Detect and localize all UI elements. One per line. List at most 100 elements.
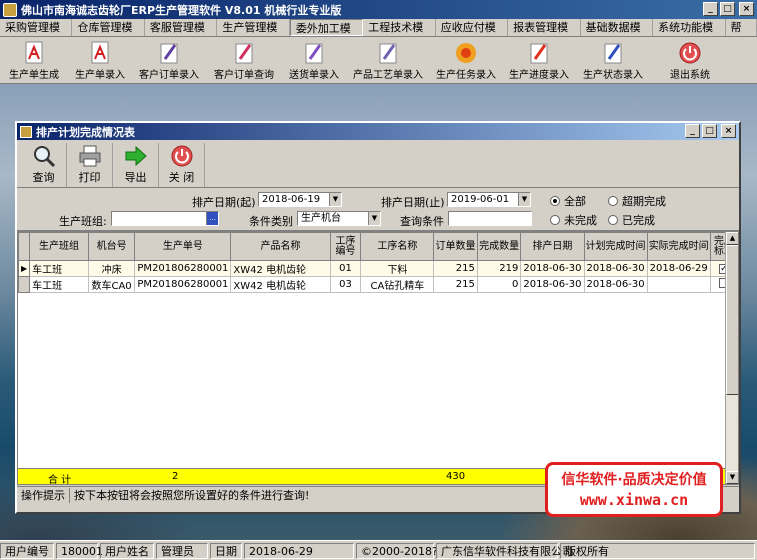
column-header[interactable]: 工序名称 [360, 232, 435, 261]
cell-step-no[interactable]: 01 [330, 260, 362, 277]
menu-item-reports[interactable]: 报表管理模块 [508, 19, 581, 51]
cell-sched[interactable]: 2018-06-30 [520, 276, 585, 293]
cell-step-name[interactable]: CA钻孔精车 [360, 276, 435, 293]
query-button[interactable]: 查询 [21, 143, 67, 187]
totals-count: 2 [172, 471, 179, 482]
toolbar-task-entry-button[interactable]: 生产任务录入 [430, 39, 502, 83]
minimize-button[interactable]: _ [703, 2, 718, 16]
chevron-down-icon[interactable]: ▼ [329, 193, 341, 206]
date-to-field[interactable]: 2019-06-01 ▼ [447, 192, 531, 207]
power-icon [169, 144, 195, 168]
current-row-arrow-icon: ▶ [18, 260, 31, 277]
condition-type-select[interactable]: 生产机台 ▼ [297, 211, 381, 226]
cell-product[interactable]: XW42 电机齿轮 [230, 260, 331, 277]
chevron-down-icon[interactable]: ▼ [368, 212, 380, 225]
column-header[interactable]: 工序编号 [329, 232, 362, 261]
menu-item-engineering[interactable]: 工程技术模块 [363, 19, 436, 51]
toolbar-generate-order-button[interactable]: 生产单生成 [0, 39, 68, 83]
column-header[interactable]: 生产单号 [134, 232, 232, 261]
cell-team[interactable]: 车工班 [29, 260, 89, 277]
pen-doc-icon [301, 41, 327, 65]
cell-step-name[interactable]: 下料 [360, 260, 435, 277]
toolbar-progress-entry-button[interactable]: 生产进度录入 [502, 39, 576, 83]
column-header[interactable]: 实际完成时间 [646, 232, 711, 261]
column-header[interactable]: 完成数量 [476, 232, 522, 261]
grid-header-row: 生产班组 机台号 生产单号 产品名称 工序编号 工序名称 订单数量 完成数量 排… [18, 232, 738, 261]
cell-plan[interactable]: 2018-06-30 [584, 276, 648, 293]
flower-icon [453, 41, 479, 65]
print-button[interactable]: 打印 [67, 143, 113, 187]
child-minimize-button[interactable]: _ [685, 124, 700, 138]
close-report-button[interactable]: 关 闭 [159, 143, 205, 187]
column-header[interactable]: 排产日期 [520, 232, 585, 261]
user-id-value: 180001 [56, 542, 103, 559]
toolbar-customer-order-entry-button[interactable]: 客户订单录入 [132, 39, 206, 83]
data-grid: 生产班组 机台号 生产单号 产品名称 工序编号 工序名称 订单数量 完成数量 排… [17, 231, 739, 485]
toolbar-delivery-entry-button[interactable]: 送货单录入 [282, 39, 346, 83]
column-header[interactable]: 产品名称 [230, 232, 331, 261]
close-button[interactable]: × [739, 2, 754, 16]
menu-item-warehouse[interactable]: 仓库管理模块 [72, 19, 145, 51]
lookup-icon[interactable]: … [206, 212, 218, 225]
scroll-up-icon[interactable]: ▲ [726, 232, 738, 245]
toolbar-order-entry-button[interactable]: 生产单录入 [68, 39, 132, 83]
cell-actual[interactable]: 2018-06-29 [647, 260, 711, 277]
child-maximize-button[interactable]: □ [702, 124, 717, 138]
scroll-down-icon[interactable]: ▼ [726, 471, 738, 484]
menu-item-production[interactable]: 生产管理模块 [217, 19, 290, 51]
table-row[interactable]: 车工班 数车CA0 PM201806280001 XW42 电机齿轮 03 CA… [18, 276, 738, 293]
cell-qty[interactable]: 215 [433, 260, 478, 277]
cell-plan[interactable]: 2018-06-30 [584, 260, 648, 277]
report-window: 排产计划完成情况表 _ □ × 查询 打印 导出 关 闭 排产日期(起) 201… [15, 121, 741, 514]
radio-incomplete[interactable]: 未完成 [550, 212, 597, 228]
user-name-value: 管理员 [156, 542, 208, 559]
menu-item-help[interactable]: 帮助 [726, 19, 757, 51]
radio-dot [550, 196, 560, 206]
totals-label: 合 计 [48, 475, 72, 485]
vertical-scrollbar[interactable]: ▲ ▼ [725, 232, 738, 484]
toolbar-customer-order-query-button[interactable]: 客户订单查询 [206, 39, 282, 83]
cell-actual[interactable] [647, 276, 711, 293]
toolbar-exit-button[interactable]: 退出系统 [650, 39, 730, 83]
child-close-button[interactable]: × [721, 124, 736, 138]
cell-sched[interactable]: 2018-06-30 [520, 260, 585, 277]
magnifier-icon [31, 144, 57, 168]
radio-completed[interactable]: 已完成 [608, 212, 655, 228]
date-from-field[interactable]: 2018-06-19 ▼ [258, 192, 342, 207]
query-condition-input[interactable] [448, 211, 532, 226]
team-field[interactable]: … [111, 211, 219, 226]
pen-doc-icon [231, 41, 257, 65]
report-window-titlebar: 排产计划完成情况表 _ □ × [17, 123, 739, 140]
column-header[interactable]: 计划完成时间 [583, 232, 648, 261]
cell-done[interactable]: 0 [477, 276, 522, 293]
menu-item-base-data[interactable]: 基础数据模块 [581, 19, 654, 51]
scroll-thumb[interactable] [726, 245, 738, 395]
toolbar-status-entry-button[interactable]: 生产状态录入 [576, 39, 650, 83]
cell-product[interactable]: XW42 电机齿轮 [230, 276, 331, 293]
menu-item-outsourcing[interactable]: 委外加工模块 [289, 19, 364, 52]
chevron-down-icon[interactable]: ▼ [518, 193, 530, 206]
column-header[interactable]: 生产班组 [29, 232, 89, 261]
toolbar-process-sheet-entry-button[interactable]: 产品工艺单录入 [346, 39, 430, 83]
cell-qty[interactable]: 215 [433, 276, 478, 293]
cell-step-no[interactable]: 03 [330, 276, 362, 293]
cell-order[interactable]: PM201806280001 [134, 260, 232, 277]
menu-item-customer-service[interactable]: 客服管理模块 [145, 19, 218, 51]
maximize-button[interactable]: □ [720, 2, 735, 16]
export-button[interactable]: 导出 [113, 143, 159, 187]
cell-order[interactable]: PM201806280001 [134, 276, 232, 293]
radio-all[interactable]: 全部 [550, 193, 586, 209]
cell-machine[interactable]: 冲床 [88, 260, 136, 277]
cell-done[interactable]: 219 [477, 260, 522, 277]
date-from-label: 排产日期(起) [192, 196, 256, 209]
column-header[interactable]: 订单数量 [433, 232, 478, 261]
cell-team[interactable]: 车工班 [29, 276, 89, 293]
table-row[interactable]: ▶ 车工班 冲床 PM201806280001 XW42 电机齿轮 01 下料 … [18, 260, 738, 277]
menu-item-accounts[interactable]: 应收应付模块 [436, 19, 509, 51]
column-header[interactable]: 机台号 [87, 232, 136, 261]
cell-machine[interactable]: 数车CA0 [88, 276, 136, 293]
menu-item-purchase[interactable]: 采购管理模块 [0, 19, 73, 51]
main-toolbar: 生产单生成 生产单录入 客户订单录入 客户订单查询 送货单录入 产品工艺单录入 … [0, 37, 757, 84]
menu-item-system[interactable]: 系统功能模块 [653, 19, 726, 51]
radio-overdue[interactable]: 超期完成 [608, 193, 666, 209]
